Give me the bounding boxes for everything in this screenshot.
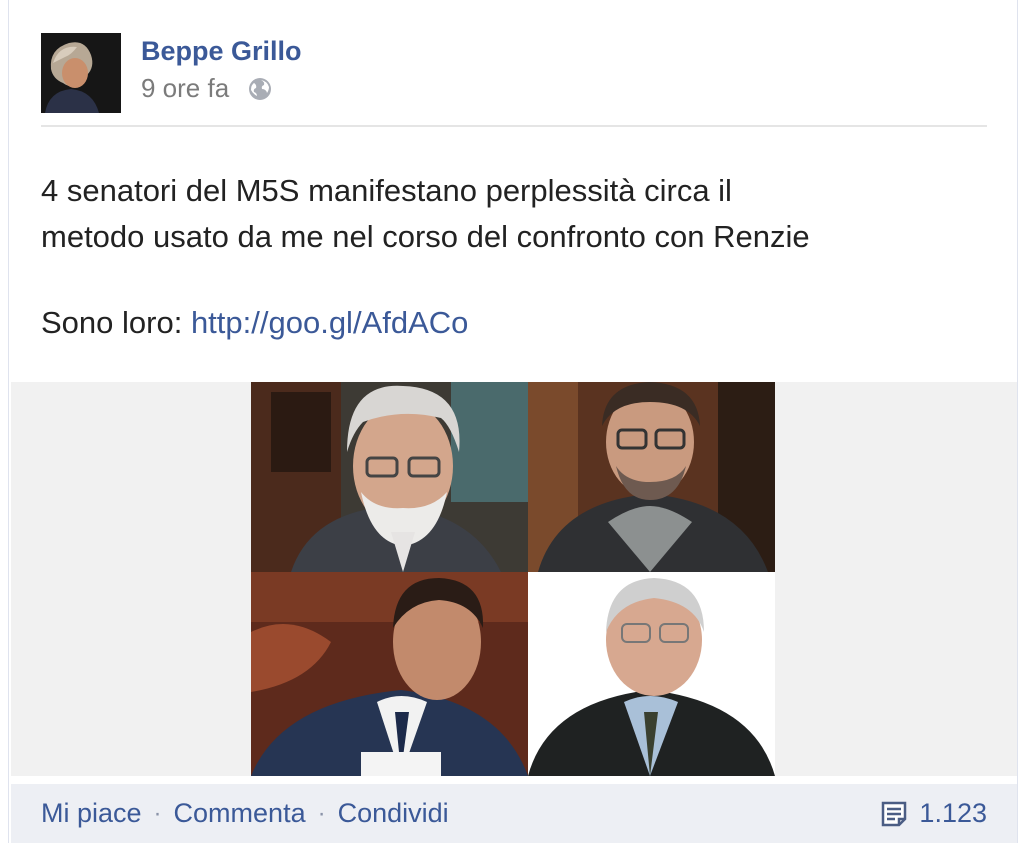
post-actions: Mi piace · Commenta · Condividi: [41, 784, 449, 843]
like-button[interactable]: Mi piace: [41, 798, 142, 829]
post-card: Beppe Grillo 9 ore fa 4 senatori del M5S…: [8, 0, 1018, 843]
comment-button[interactable]: Commenta: [174, 798, 306, 829]
action-separator: ·: [317, 799, 326, 827]
photo-senator-3: [251, 572, 528, 776]
photo-senator-2: [528, 382, 775, 572]
header-divider: [41, 125, 987, 127]
post-text-line: 4 senatori del M5S manifestano perplessi…: [41, 173, 732, 208]
comment-icon: [879, 799, 909, 829]
post-body: 4 senatori del M5S manifestano perplessi…: [41, 168, 991, 346]
post-link[interactable]: http://goo.gl/AfdACo: [191, 305, 468, 340]
author-name[interactable]: Beppe Grillo: [141, 36, 302, 67]
link-prefix: Sono loro:: [41, 305, 191, 340]
photo-collage[interactable]: [251, 382, 775, 776]
post-link-line: Sono loro: http://goo.gl/AfdACo: [41, 300, 991, 346]
action-bar: Mi piace · Commenta · Condividi 1.123: [11, 784, 1017, 843]
post-media: [11, 382, 1017, 776]
photo-senator-1: [251, 382, 528, 572]
action-separator: ·: [153, 799, 162, 827]
post-meta: 9 ore fa: [141, 73, 273, 104]
globe-icon: [247, 76, 273, 102]
post-text-line: metodo usato da me nel corso del confron…: [41, 219, 810, 254]
photo-senator-4: [528, 572, 775, 776]
post-timestamp[interactable]: 9 ore fa: [141, 73, 229, 104]
avatar[interactable]: [41, 33, 121, 113]
comment-count: 1.123: [919, 798, 987, 828]
share-button[interactable]: Condividi: [338, 798, 449, 829]
comment-count-link[interactable]: 1.123: [879, 784, 987, 843]
